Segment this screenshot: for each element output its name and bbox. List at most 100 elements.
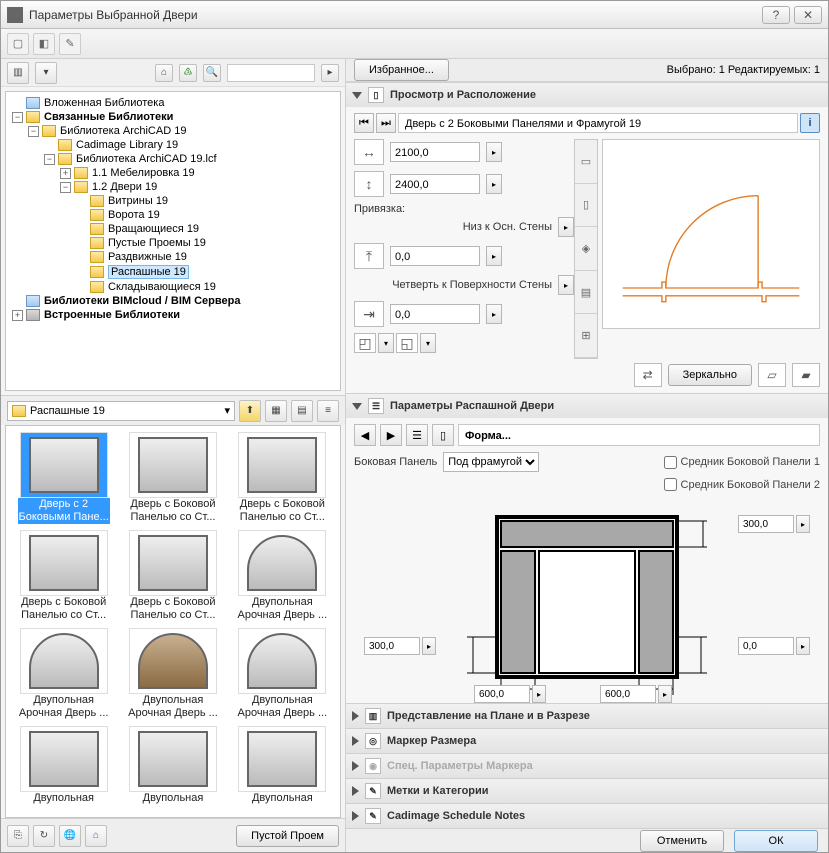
tree-filter-icon[interactable]: ♳: [179, 64, 197, 82]
door-thumbnail[interactable]: Двупольная: [229, 724, 336, 807]
preview-mode-section[interactable]: ⊞: [575, 314, 597, 358]
stepper-icon[interactable]: ▸: [558, 217, 574, 237]
mirror-button[interactable]: Зеркально: [668, 364, 752, 386]
preview-mode-2d[interactable]: ▭: [575, 140, 597, 184]
stepper-icon[interactable]: ▸: [796, 637, 810, 655]
width-input[interactable]: 2100,0: [390, 142, 480, 162]
mullion2-checkbox[interactable]: Средник Боковой Панели 2: [664, 478, 820, 491]
close-button[interactable]: ✕: [794, 6, 822, 24]
door-thumbnail[interactable]: ДвупольнаяАрочная Дверь ...: [10, 626, 117, 722]
tree-item[interactable]: Пустые Проемы 19: [8, 236, 338, 250]
flip-marker-icon[interactable]: ⇄: [634, 363, 662, 387]
next-page-button[interactable]: ▶: [380, 424, 402, 446]
empty-opening-button[interactable]: Пустой Проем: [236, 825, 339, 847]
next-object-button[interactable]: ⏭: [376, 113, 396, 133]
collapse-icon[interactable]: −: [44, 154, 55, 165]
swing-dir2-icon[interactable]: ▰: [792, 363, 820, 387]
tree-item[interactable]: Ворота 19: [8, 208, 338, 222]
stepper-icon[interactable]: ▸: [558, 275, 574, 295]
section-header-swing[interactable]: ☰ Параметры Распашной Двери: [346, 394, 828, 418]
tree-item-selected[interactable]: Распашные 19: [8, 264, 338, 280]
dim-right-input[interactable]: 0,0: [738, 637, 794, 655]
tree-item[interactable]: −Библиотека ArchiCAD 19.lcf: [8, 152, 338, 166]
view-mode-arrow[interactable]: ▾: [35, 62, 57, 84]
dim-top-input[interactable]: 300,0: [738, 515, 794, 533]
stepper-icon[interactable]: ▸: [486, 174, 502, 194]
cancel-button[interactable]: Отменить: [640, 830, 724, 852]
tree-item[interactable]: Cadimage Library 19: [8, 138, 338, 152]
tree-item[interactable]: Складывающиеся 19: [8, 280, 338, 294]
page-list-icon[interactable]: ☰: [406, 424, 428, 446]
dim-bl-input[interactable]: 600,0: [474, 685, 530, 703]
expand-icon[interactable]: +: [60, 168, 71, 179]
section-header-tags[interactable]: ✎Метки и Категории: [346, 779, 828, 803]
preview-2d[interactable]: [602, 139, 820, 329]
door-thumbnail[interactable]: Двупольная: [119, 724, 226, 807]
web-library-button[interactable]: 🌐: [59, 825, 81, 847]
page-form-icon[interactable]: ▯: [432, 424, 454, 446]
section-header-preview[interactable]: ▯ Просмотр и Расположение: [346, 83, 828, 107]
swing-dir1-icon[interactable]: ▱: [758, 363, 786, 387]
door-thumbnail[interactable]: ДвупольнаяАрочная Дверь ...: [119, 626, 226, 722]
dim-left-input[interactable]: 300,0: [364, 637, 420, 655]
door-thumbnail[interactable]: ДвупольнаяАрочная Дверь ...: [229, 626, 336, 722]
search-icon[interactable]: 🔍: [203, 64, 221, 82]
door-thumbnail[interactable]: ДвупольнаяАрочная Дверь ...: [229, 528, 336, 624]
preview-mode-elev[interactable]: ▤: [575, 271, 597, 315]
home-icon[interactable]: ⌂: [155, 64, 173, 82]
section-header-marker[interactable]: ◎Маркер Размера: [346, 729, 828, 753]
preview-mode-front[interactable]: ▯: [575, 184, 597, 228]
collapse-icon[interactable]: −: [60, 182, 71, 193]
tree-item[interactable]: Раздвижные 19: [8, 250, 338, 264]
search-go-icon[interactable]: ▸: [321, 64, 339, 82]
stepper-icon[interactable]: ▸: [658, 685, 672, 703]
height-input[interactable]: 2400,0: [390, 174, 480, 194]
view-large-icons[interactable]: ▦: [265, 400, 287, 422]
tree-item[interactable]: +1.1 Мебелировка 19: [8, 166, 338, 180]
view-small-icons[interactable]: ▤: [291, 400, 313, 422]
chevron-down-icon[interactable]: ▾: [378, 333, 394, 353]
view-list[interactable]: ≡: [317, 400, 339, 422]
library-tree[interactable]: Вложенная Библиотека −Связанные Библиоте…: [5, 91, 341, 391]
reload-library-button[interactable]: ↻: [33, 825, 55, 847]
thumbnail-grid[interactable]: Дверь с 2Боковыми Пане... Дверь с Боково…: [5, 425, 341, 818]
expand-icon[interactable]: +: [12, 310, 23, 321]
prev-object-button[interactable]: ⏮: [354, 113, 374, 133]
collapse-icon[interactable]: −: [28, 126, 39, 137]
home-library-button[interactable]: ⌂: [85, 825, 107, 847]
door-thumbnail[interactable]: Дверь с БоковойПанелью со Ст...: [10, 528, 117, 624]
door-thumbnail[interactable]: Двупольная: [10, 724, 117, 807]
ok-button[interactable]: ОК: [734, 830, 818, 852]
tree-item[interactable]: −1.2 Двери 19: [8, 180, 338, 194]
anchor-mode-icon[interactable]: ◰: [354, 333, 376, 353]
mullion1-checkbox[interactable]: Средник Боковой Панели 1: [664, 456, 820, 469]
folder-combo[interactable]: Распашные 19 ▾: [7, 401, 235, 421]
favorites-button[interactable]: Избранное...: [354, 59, 449, 81]
stepper-icon[interactable]: ▸: [532, 685, 546, 703]
stepper-icon[interactable]: ▸: [422, 637, 436, 655]
anchor-input[interactable]: 0,0: [390, 246, 480, 266]
tree-item[interactable]: Витрины 19: [8, 194, 338, 208]
tree-item[interactable]: −Связанные Библиотеки: [8, 110, 338, 124]
tree-item[interactable]: +Встроенные Библиотеки: [8, 308, 338, 322]
view-mode-button[interactable]: ▥: [7, 62, 29, 84]
help-button[interactable]: ?: [762, 6, 790, 24]
door-thumbnail[interactable]: Дверь с БоковойПанелью со Ст...: [119, 430, 226, 526]
door-thumbnail-selected[interactable]: Дверь с 2Боковыми Пане...: [10, 430, 117, 526]
stepper-icon[interactable]: ▸: [486, 246, 502, 266]
stepper-icon[interactable]: ▸: [486, 304, 502, 324]
anchor-mode2-icon[interactable]: ◱: [396, 333, 418, 353]
search-input[interactable]: [227, 64, 315, 82]
stepper-icon[interactable]: ▸: [486, 142, 502, 162]
collapse-icon[interactable]: −: [12, 112, 23, 123]
reveal-input[interactable]: 0,0: [390, 304, 480, 324]
prev-page-button[interactable]: ◀: [354, 424, 376, 446]
dim-br-input[interactable]: 600,0: [600, 685, 656, 703]
section-header-cadimage[interactable]: ✎Cadimage Schedule Notes: [346, 804, 828, 828]
preview-mode-3d[interactable]: ◈: [575, 227, 597, 271]
tree-item[interactable]: Вложенная Библиотека: [8, 96, 338, 110]
tree-item[interactable]: Вращающиеся 19: [8, 222, 338, 236]
section-header-plan[interactable]: ▥Представление на Плане и в Разрезе: [346, 704, 828, 728]
door-thumbnail[interactable]: Дверь с БоковойПанелью со Ст...: [229, 430, 336, 526]
stepper-icon[interactable]: ▸: [796, 515, 810, 533]
